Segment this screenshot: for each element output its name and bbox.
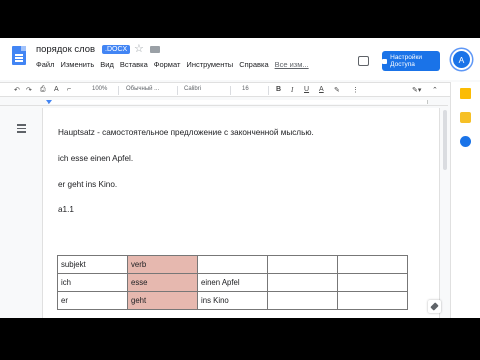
toolbar-divider [118,86,119,95]
toolbar: ↶ ↷ ⎙ A ⌐ 100% Обычный ... Calibri 16 B … [0,82,480,97]
font-select[interactable]: Calibri [184,86,201,92]
document-page[interactable]: Hauptsatz - самостоятельное предложение … [42,108,440,318]
editing-mode-icon[interactable]: ✎▾ [412,86,421,94]
lock-icon [382,58,388,64]
share-button-label: Настройки Доступа [390,54,422,68]
explore-button[interactable] [428,300,441,313]
toolbar-divider [230,86,231,95]
calendar-icon[interactable] [460,88,471,99]
table-cell[interactable]: geht [127,291,198,310]
table-cell[interactable] [337,255,408,274]
document-title[interactable]: порядок слов [36,44,95,55]
menu-edit[interactable]: Изменить [60,60,94,69]
folder-icon[interactable] [150,46,160,53]
table-cell[interactable] [267,291,338,310]
zoom-select[interactable]: 100% [92,86,107,92]
paragraph-example-1[interactable]: ich esse einen Apfel. [58,154,133,163]
word-order-table[interactable]: subjekt verb ich esse einen Apfel er geh… [57,255,408,310]
menu-insert[interactable]: Вставка [120,60,148,69]
redo-icon[interactable]: ↷ [26,86,32,94]
table-row: er geht ins Kino [57,291,408,310]
table-row: subjekt verb [57,255,408,274]
underline-button[interactable]: U [304,86,309,93]
paragraph-table-label[interactable]: a1.1 [58,205,74,214]
menu-format[interactable]: Формат [154,60,181,69]
menu-tools[interactable]: Инструменты [186,60,233,69]
docx-badge: .DOCX [102,45,131,54]
paragraph-example-2[interactable]: er geht ins Kino. [58,180,117,189]
menu-help[interactable]: Справка [239,60,268,69]
highlight-icon[interactable]: ✎ [334,86,340,94]
table-cell[interactable] [337,273,408,292]
italic-button[interactable]: I [291,86,293,94]
table-cell[interactable] [267,273,338,292]
bold-button[interactable]: B [276,86,281,93]
ruler [0,98,448,106]
more-icon[interactable]: ⋮ [352,86,359,94]
table-cell[interactable]: er [57,291,128,310]
table-cell[interactable]: ins Kino [197,291,268,310]
table-cell[interactable] [337,291,408,310]
undo-icon[interactable]: ↶ [14,86,20,94]
toolbar-divider [268,86,269,95]
spellcheck-icon[interactable]: A [54,86,59,93]
print-icon[interactable]: ⎙ [40,86,46,94]
collapse-toolbar-icon[interactable]: ⌃ [432,86,438,94]
font-size-select[interactable]: 16 [242,86,249,92]
star-icon[interactable]: ☆ [134,42,144,55]
menu-all-changes[interactable]: Все изм... [275,60,309,69]
table-cell[interactable]: esse [127,273,198,292]
comment-icon[interactable] [358,56,369,66]
outline-icon[interactable] [17,124,26,133]
table-cell[interactable] [197,255,268,274]
table-cell[interactable]: ich [57,273,128,292]
keep-icon[interactable] [460,112,471,123]
paragraph-definition[interactable]: Hauptsatz - самостоятельное предложение … [58,128,314,137]
style-select[interactable]: Обычный ... [126,86,159,92]
text-color-button[interactable]: A [319,86,324,93]
table-cell[interactable]: einen Apfel [197,273,268,292]
menu-file[interactable]: Файл [36,60,54,69]
indent-marker-icon[interactable] [46,100,52,104]
docs-logo-icon[interactable] [12,46,26,65]
scrollbar[interactable] [443,110,447,170]
table-cell[interactable] [267,255,338,274]
table-cell[interactable]: verb [127,255,198,274]
menu-view[interactable]: Вид [100,60,114,69]
tasks-icon[interactable] [460,136,471,147]
menu-bar: Файл Изменить Вид Вставка Формат Инструм… [36,60,309,69]
table-cell[interactable]: subjekt [57,255,128,274]
paint-format-icon[interactable]: ⌐ [67,86,71,93]
side-panel [450,82,480,318]
ruler-track [46,100,428,104]
title-bar: порядок слов .DOCX ☆ Файл Изменить Вид В… [0,38,480,80]
toolbar-divider [177,86,178,95]
share-button[interactable]: Настройки Доступа [382,51,440,71]
table-row: ich esse einen Apfel [57,273,408,292]
google-docs-window: порядок слов .DOCX ☆ Файл Изменить Вид В… [0,38,480,318]
avatar[interactable]: A [451,49,472,70]
